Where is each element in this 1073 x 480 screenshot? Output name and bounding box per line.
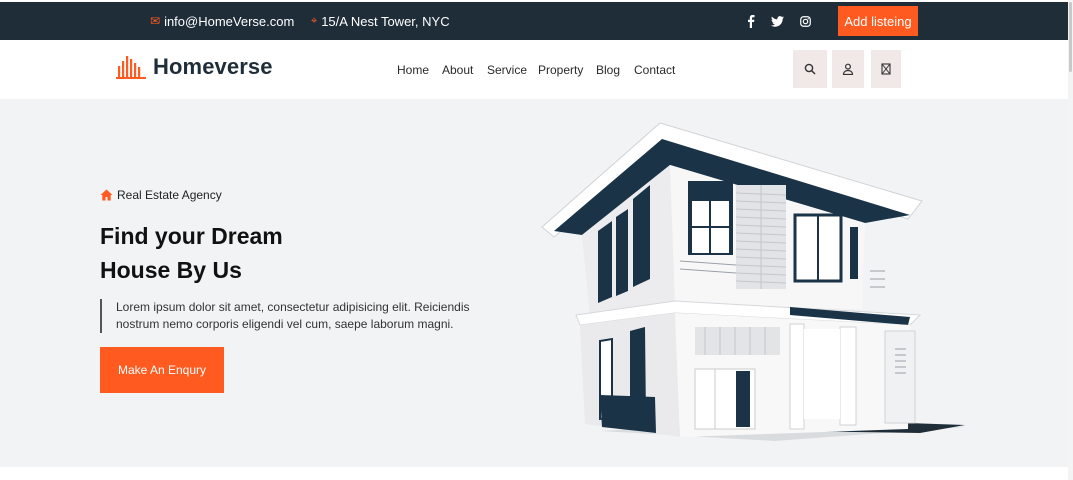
email-text: info@HomeVerse.com xyxy=(164,13,295,29)
nav-home[interactable]: Home xyxy=(397,63,429,77)
facebook-icon[interactable] xyxy=(744,2,758,40)
email-link[interactable]: ✉ info@HomeVerse.com xyxy=(150,2,294,40)
twitter-icon[interactable] xyxy=(770,2,784,40)
user-icon xyxy=(842,63,854,75)
hero-title-line2: House By Us xyxy=(100,257,242,283)
user-button[interactable] xyxy=(832,50,864,88)
address-link[interactable]: ⌖ 15/A Nest Tower, NYC xyxy=(311,2,450,40)
page: ✉ info@HomeVerse.com ⌖ 15/A Nest Tower, … xyxy=(0,0,1073,480)
cart-icon xyxy=(881,63,891,75)
scrollbar-thumb[interactable] xyxy=(1069,2,1072,72)
brand-name: Homeverse xyxy=(153,54,273,79)
instagram-icon[interactable] xyxy=(798,2,812,40)
hero-title: Find your Dream House By Us xyxy=(100,219,283,287)
location-icon: ⌖ xyxy=(311,14,318,27)
scrollbar-track[interactable] xyxy=(1068,0,1073,480)
nav-service[interactable]: Service xyxy=(487,63,527,77)
hero-tagline: Real Estate Agency xyxy=(100,188,222,202)
logo[interactable]: Homeverse xyxy=(116,54,273,80)
add-listing-button[interactable]: Add listeing xyxy=(838,6,918,36)
top-bar: ✉ info@HomeVerse.com ⌖ 15/A Nest Tower, … xyxy=(0,2,1068,40)
envelope-icon: ✉ xyxy=(150,14,161,28)
hero-text-line1: Lorem ipsum dolor sit amet, consectetur … xyxy=(116,300,470,314)
cart-button[interactable] xyxy=(871,50,901,88)
search-button[interactable] xyxy=(793,50,827,88)
search-icon xyxy=(804,63,816,75)
hero-title-line1: Find your Dream xyxy=(100,223,283,249)
house-illustration xyxy=(541,122,965,441)
nav-property[interactable]: Property xyxy=(538,63,583,77)
nav-contact[interactable]: Contact xyxy=(634,63,675,77)
nav-about[interactable]: About xyxy=(442,63,473,77)
nav-blog[interactable]: Blog xyxy=(596,63,620,77)
hero-section: Real Estate Agency Find your Dream House… xyxy=(0,99,1068,467)
address-text: 15/A Nest Tower, NYC xyxy=(321,13,450,29)
hero-text-line2: nostrum nemo corporis eligendi vel cum, … xyxy=(116,317,454,331)
make-enquiry-button[interactable]: Make An Enqury xyxy=(100,347,224,393)
home-icon xyxy=(100,189,113,201)
hero-description: Lorem ipsum dolor sit amet, consectetur … xyxy=(100,299,500,333)
logo-icon xyxy=(116,56,146,79)
header: Homeverse Home About Service Property Bl… xyxy=(0,40,1068,99)
tagline-text: Real Estate Agency xyxy=(117,188,222,202)
